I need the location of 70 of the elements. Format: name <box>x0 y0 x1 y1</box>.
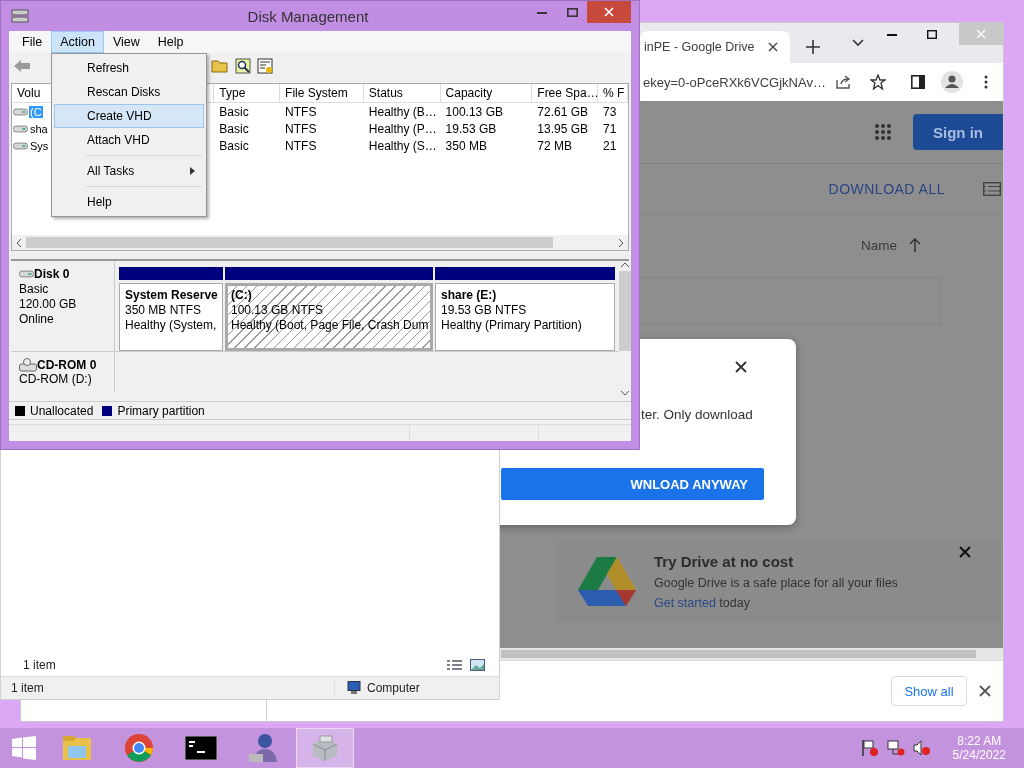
disk-type: Basic <box>19 282 50 296</box>
column-header[interactable]: Free Spa… <box>532 84 599 102</box>
partition-block[interactable]: (C:) 100.13 GB NTFS Healthy (Boot, Page File, Crash Dum <box>225 282 433 351</box>
table-cell: 19.53 GB <box>445 121 497 136</box>
table-cell: Basic <box>219 104 249 119</box>
table-cell: NTFS <box>285 121 317 136</box>
table-cell: 72 MB <box>537 138 572 153</box>
disk-status: Online <box>19 312 55 326</box>
submenu-item[interactable]: All Tasks <box>54 159 204 183</box>
browser-tab[interactable]: inPE - Google Drive <box>640 31 790 63</box>
location-text: Computer <box>367 681 420 695</box>
partition-status: Healthy (Primary Partition) <box>441 317 583 332</box>
column-header[interactable]: File System <box>280 84 364 102</box>
table-cell: NTFS <box>285 104 317 119</box>
table-cell[interactable]: Sys <box>29 139 50 152</box>
partition-name: System Reserve <box>125 287 217 302</box>
column-header[interactable]: Capacity <box>440 84 533 102</box>
menu-item[interactable]: View <box>103 31 149 53</box>
table-cell: 21 <box>603 138 617 153</box>
partition-status: Healthy (System, <box>125 317 217 332</box>
table-cell: Healthy (S… <box>368 138 437 153</box>
table-cell: Basic <box>219 121 249 136</box>
menu-item[interactable]: Rescan Disks <box>54 80 204 104</box>
menu-item[interactable]: Create VHD <box>54 104 204 128</box>
legend-label: Unallocated <box>30 403 94 418</box>
partition-name: (C:) <box>231 287 253 302</box>
table-cell: 100.13 GB <box>445 104 503 119</box>
partition-size: 350 MB NTFS <box>125 302 203 317</box>
cdrom-name: CD-ROM 0 <box>37 358 97 372</box>
table-cell: Healthy (P… <box>368 121 437 136</box>
window-title: Disk Management <box>246 7 370 25</box>
partition-size: 100.13 GB NTFS <box>231 302 325 317</box>
table-cell: 13.95 GB <box>537 121 588 136</box>
promo-text: Google Drive is a safe place for all your files <box>654 575 898 590</box>
menu-item[interactable]: Action <box>51 31 104 53</box>
table-cell[interactable]: sha <box>29 122 49 135</box>
show-all-button[interactable]: Show all <box>891 676 967 706</box>
table-cell: NTFS <box>285 138 317 153</box>
partition-status: Healthy (Boot, Page File, Crash Dum <box>231 317 427 332</box>
dialog-text: ter. Only download <box>641 407 753 422</box>
column-header[interactable]: Status <box>363 84 441 102</box>
sort-label[interactable]: Name <box>861 237 897 253</box>
download-anyway-button[interactable]: WNLOAD ANYWAY <box>501 468 764 500</box>
address-field[interactable]: ekey=0-oPceRXk6VCGjkNAv… <box>643 74 827 90</box>
promo-link-text: Get started today <box>654 595 751 610</box>
column-header[interactable]: Type <box>214 84 281 102</box>
table-cell: Healthy (B… <box>368 104 437 119</box>
partition-size: 19.53 GB NTFS <box>441 302 528 317</box>
table-cell: Basic <box>219 138 249 153</box>
cdrom-drive: CD-ROM (D:) <box>19 372 92 386</box>
partition-name: share (E:) <box>441 287 498 302</box>
promo-title: Try Drive at no cost <box>654 552 795 570</box>
table-cell: 72.61 GB <box>537 104 588 119</box>
menu-item[interactable]: Help <box>54 190 204 214</box>
menu-item[interactable]: File <box>13 31 52 53</box>
legend-label: Primary partition <box>117 403 205 418</box>
partition-block[interactable]: System Reserve 350 MB NTFS Healthy (System, <box>119 282 223 351</box>
disk-size: 120.00 GB <box>19 297 78 311</box>
sign-in-button[interactable]: Sign in <box>913 114 1003 150</box>
table-cell: 71 <box>603 121 617 136</box>
menu-item[interactable]: Help <box>148 31 193 53</box>
menu-item[interactable]: Refresh <box>54 56 204 80</box>
item-count: 1 item <box>23 658 56 672</box>
table-cell: 73 <box>603 104 617 119</box>
disk-name: Disk 0 <box>34 267 70 281</box>
status-text: 1 item <box>1 681 335 695</box>
menu-item[interactable]: Attach VHD <box>54 128 204 152</box>
partition-block[interactable]: share (E:) 19.53 GB NTFS Healthy (Primary Partition) <box>435 282 615 351</box>
column-header[interactable]: % F <box>598 84 628 102</box>
table-cell: 350 MB <box>445 138 487 153</box>
